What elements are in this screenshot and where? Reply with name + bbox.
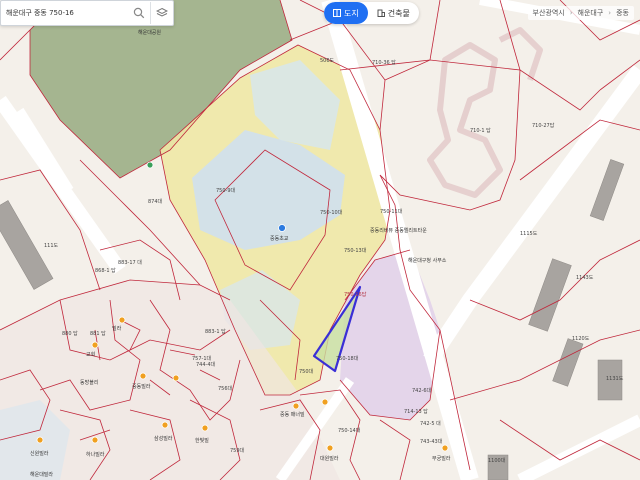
place-label-school: 중동초교	[270, 236, 289, 242]
tab-building[interactable]: 건축물	[368, 2, 419, 24]
layers-icon[interactable]	[150, 2, 173, 24]
parcel-label: 1143도	[576, 275, 594, 281]
parcel-label: 111도	[44, 243, 59, 249]
poi-marker[interactable]	[292, 402, 300, 410]
place-label: 교회	[86, 351, 95, 358]
parcel-label: 874대	[148, 198, 163, 205]
breadcrumb-item-dong[interactable]: 중동	[616, 8, 629, 18]
breadcrumb-item-district[interactable]: 해운대구	[578, 8, 604, 18]
building-icon	[377, 9, 385, 17]
place-label: 신원빌라	[30, 450, 49, 457]
parcel-label: 1115도	[520, 231, 538, 237]
map-icon	[333, 9, 341, 17]
map-mode-toggle: 도지 건축물	[324, 2, 419, 24]
parcel-label: 757-1대	[192, 355, 212, 362]
cadastral-map[interactable]: 750-16답 750-9대 750-10대 750-13대 750대 750-…	[0, 0, 640, 480]
place-label: 무궁빌라	[432, 455, 451, 462]
parcel-label: 744-4대	[196, 361, 216, 368]
poi-marker[interactable]	[91, 436, 99, 444]
place-label: 동방블리	[80, 379, 98, 386]
place-label-office: 해운대구청 사무소	[408, 257, 447, 264]
parcel-label: 756대	[218, 385, 233, 392]
place-label: 중동빌라	[132, 383, 151, 390]
parcel-label: 883-1 답	[205, 328, 226, 335]
place-label: 하나빌라	[86, 451, 105, 458]
breadcrumb-item-city[interactable]: 부산광역시	[533, 8, 565, 18]
place-label: 해운대빌라	[30, 471, 53, 478]
poi-marker[interactable]	[161, 421, 169, 429]
poi-marker[interactable]	[441, 444, 449, 452]
chevron-right-icon: ›	[608, 9, 612, 17]
parcel-label: 750-18대	[336, 355, 359, 362]
parcel-label: 743-43대	[420, 438, 443, 445]
poi-marker[interactable]	[201, 424, 209, 432]
breadcrumb: 부산광역시 › 해운대구 › 중동	[527, 6, 634, 20]
parcel-label: 880 답	[62, 330, 78, 337]
poi-marker[interactable]	[118, 316, 126, 324]
place-label: 삼성빌라	[154, 435, 173, 442]
chevron-right-icon: ›	[569, 9, 573, 17]
place-label-park: 해운대공원	[138, 29, 161, 36]
poi-marker-school[interactable]	[278, 224, 286, 232]
tab-building-label: 건축물	[387, 8, 410, 18]
place-label: 한빛빌	[195, 437, 209, 444]
poi-marker[interactable]	[139, 372, 147, 380]
parcel-label: 710-36 답	[372, 59, 396, 66]
place-label: 빌라	[112, 325, 122, 332]
parcel-label: 750-16답	[344, 291, 367, 298]
poi-marker[interactable]	[172, 374, 180, 382]
search-icon[interactable]	[128, 2, 150, 24]
poi-marker[interactable]	[91, 341, 99, 349]
place-label: 중동 매너빌	[280, 411, 305, 418]
parcel-label: 750-10대	[320, 209, 343, 216]
parcel-label: 759대	[230, 447, 245, 454]
parcel-label: 1120도	[572, 336, 590, 342]
parcel-label: 742-6대	[412, 387, 432, 394]
poi-marker[interactable]	[326, 444, 334, 452]
parcel-label: 710-1 답	[470, 127, 491, 134]
parcel-label: 750-13대	[344, 247, 367, 254]
parcel-label: 710-27답	[532, 122, 555, 129]
tab-cadastral-map[interactable]: 도지	[324, 2, 368, 24]
parcel-label: 750-9대	[216, 187, 236, 194]
place-label: 대원빌라	[320, 455, 339, 462]
parcel-label: 714-13 답	[404, 408, 428, 415]
parcel-label: 881 답	[90, 330, 106, 337]
parcel-label: 868-1 답	[95, 267, 116, 274]
poi-marker[interactable]	[321, 398, 329, 406]
tab-cadastral-map-label: 도지	[344, 8, 359, 18]
search-box[interactable]: 해운대구 중동 750-16	[0, 0, 174, 26]
parcel-label: 1100대	[488, 457, 506, 464]
parcel-label: 750-14대	[338, 427, 361, 434]
poi-marker[interactable]	[36, 436, 44, 444]
parcel-label: 506도	[320, 58, 335, 64]
place-label-apt: 중동리버뷰 중동엘리트타운	[370, 227, 427, 234]
parcel-label: 742-5 대	[420, 420, 441, 427]
parcel-label: 750-11대	[380, 208, 403, 215]
parcel-label: 883-17 대	[118, 259, 142, 266]
parcel-label: 1131도	[606, 376, 624, 382]
parcel-label: 750대	[299, 368, 314, 375]
poi-marker[interactable]	[146, 161, 154, 169]
search-input[interactable]: 해운대구 중동 750-16	[1, 8, 128, 18]
